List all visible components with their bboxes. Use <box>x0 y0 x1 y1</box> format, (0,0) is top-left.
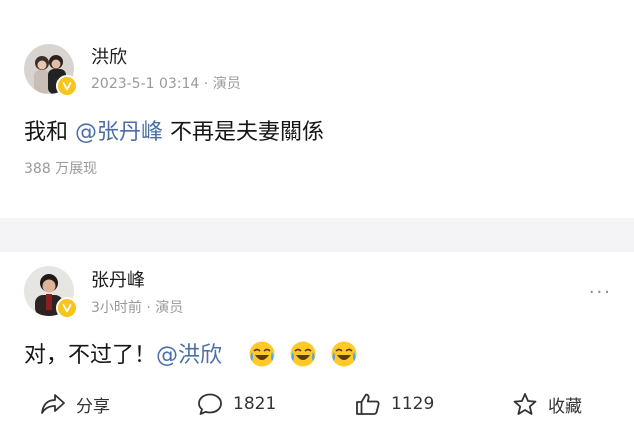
share-label: 分享 <box>76 396 110 417</box>
author-name[interactable]: 洪欣 <box>91 43 127 69</box>
more-options-icon[interactable]: ··· <box>589 282 612 303</box>
post-separator <box>0 218 634 252</box>
comment-count: 1821 <box>233 394 277 414</box>
laughing-crying-emoji-icon <box>290 341 316 367</box>
post-meta: 2023-5-1 03:14 · 演员 <box>91 76 241 92</box>
post-text: 不再是夫妻關係 <box>163 120 325 145</box>
laughing-crying-emoji-icon <box>331 341 357 367</box>
mention-link[interactable]: @洪欣 <box>156 343 222 368</box>
view-count: 388 万展现 <box>24 161 98 177</box>
avatar[interactable] <box>24 266 78 319</box>
post-content: 我和 @张丹峰 不再是夫妻關係 <box>24 114 324 146</box>
avatar[interactable] <box>24 44 78 97</box>
like-count: 1129 <box>391 394 435 414</box>
laughing-crying-emoji-icon <box>249 341 275 367</box>
share-button[interactable]: 分享 <box>40 384 110 424</box>
star-icon <box>513 393 537 415</box>
mention-link[interactable]: @张丹峰 <box>75 120 163 145</box>
post-text: 对，不过了！ <box>24 343 157 368</box>
comment-button[interactable]: 1821 <box>197 384 276 424</box>
author-name[interactable]: 张丹峰 <box>91 266 145 292</box>
favorite-button[interactable]: 收藏 <box>512 384 582 424</box>
thumbs-up-icon <box>356 393 380 415</box>
like-button[interactable]: 1129 <box>355 384 434 424</box>
favorite-label: 收藏 <box>548 396 582 417</box>
share-arrow-icon <box>41 394 65 414</box>
post-card-2: 张丹峰 3小时前 · 演员 ··· 对，不过了！@洪欣 分享 1821 1129… <box>0 252 634 443</box>
verified-v-icon <box>56 75 78 97</box>
verified-v-icon <box>56 297 78 319</box>
comment-bubble-icon <box>198 393 222 415</box>
action-bar: 分享 1821 1129 收藏 <box>0 384 634 424</box>
post-meta: 3小时前 · 演员 <box>91 300 184 316</box>
post-text: 我和 <box>24 120 75 145</box>
post-card-1: 洪欣 2023-5-1 03:14 · 演员 我和 @张丹峰 不再是夫妻關係 3… <box>0 0 634 218</box>
post-content: 对，不过了！@洪欣 <box>24 337 358 369</box>
